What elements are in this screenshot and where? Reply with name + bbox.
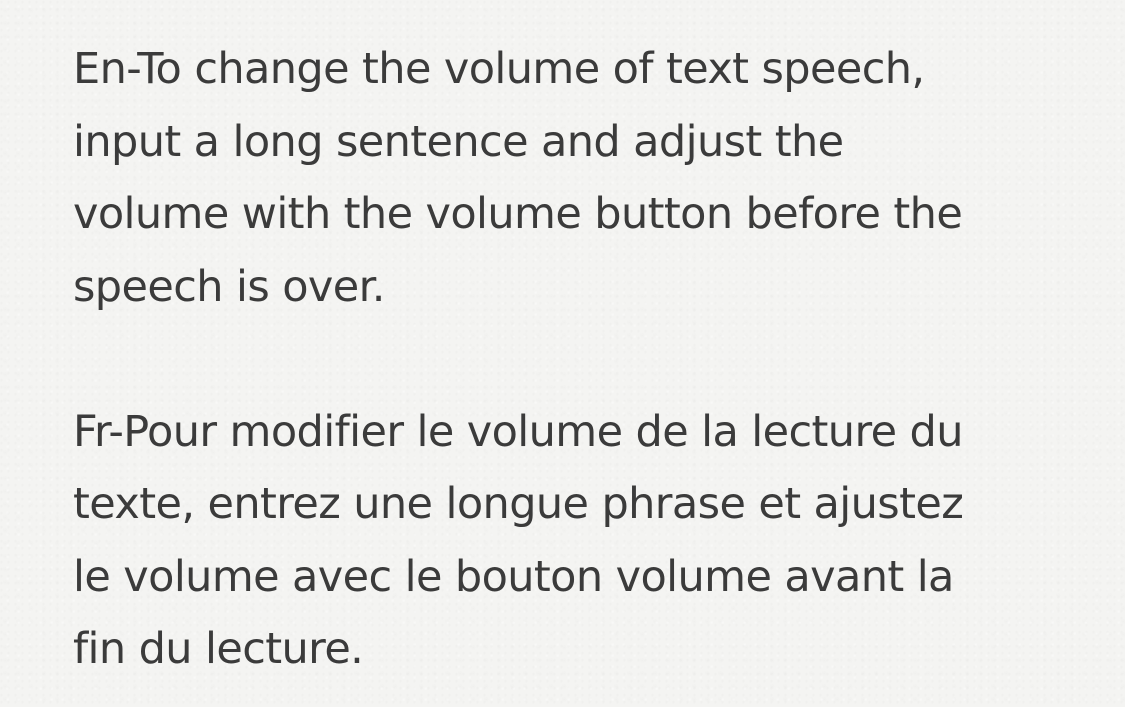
note-paragraph-english: En-To change the volume of text speech, … bbox=[73, 44, 963, 312]
note-body[interactable]: En-To change the volume of text speech, … bbox=[73, 33, 1073, 686]
note-paragraph-french: Fr-Pour modifier le volume de la lecture… bbox=[73, 406, 964, 675]
